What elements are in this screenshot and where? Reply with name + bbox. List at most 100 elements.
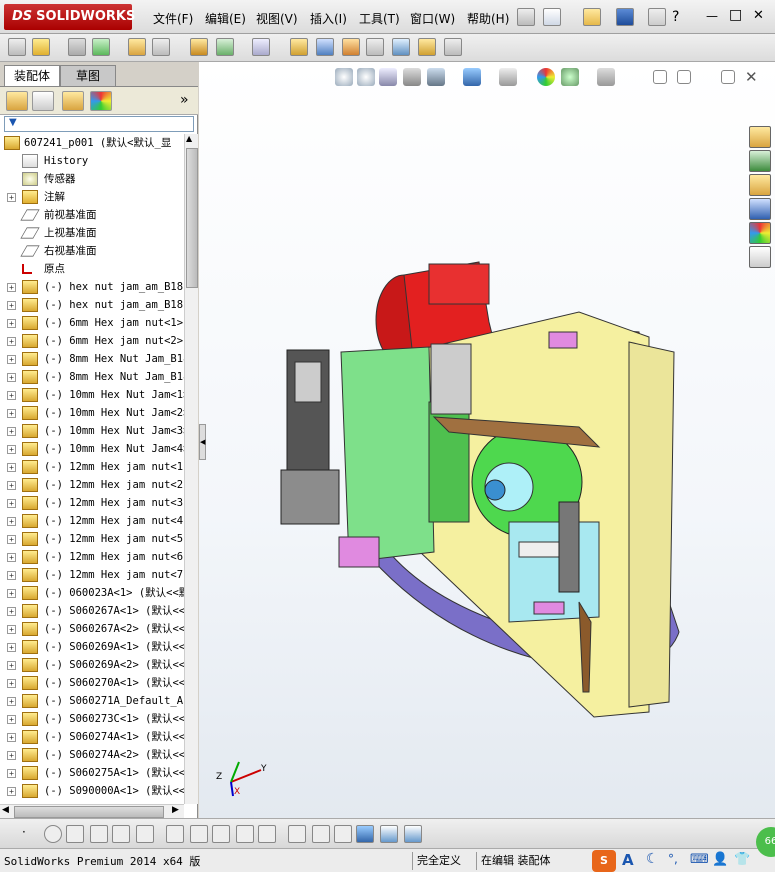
tree-item[interactable]: + (-) S060275A<1> (默认<< xyxy=(0,764,184,782)
insert-component-icon[interactable] xyxy=(8,38,26,56)
rotate-component-icon[interactable] xyxy=(152,38,170,56)
tree-horizontal-scrollbar[interactable]: ◀ ▶ xyxy=(0,804,184,818)
fillet-icon[interactable] xyxy=(166,825,184,843)
expand-toggle-icon[interactable]: + xyxy=(7,409,16,418)
ime-badge[interactable]: 66 xyxy=(756,827,775,857)
tree-item[interactable]: + (-) S090000A<1> (默认<< xyxy=(0,782,184,800)
tree-item[interactable]: + (-) 10mm Hex Nut Jam<4> xyxy=(0,440,184,458)
tree-item[interactable]: + (-) 10mm Hex Nut Jam<3> xyxy=(0,422,184,440)
minimize-button[interactable]: — xyxy=(706,9,718,23)
mate-icon[interactable] xyxy=(68,38,86,56)
ime-skin-icon[interactable]: 👕 xyxy=(734,852,750,867)
assembly-feature-icon[interactable] xyxy=(216,38,234,56)
interference-detection-icon[interactable] xyxy=(392,38,410,56)
circle-icon[interactable] xyxy=(44,825,62,843)
tree-item[interactable]: + (-) S060270A<1> (默认<< xyxy=(0,674,184,692)
expand-toggle-icon[interactable]: + xyxy=(7,337,16,346)
tree-item[interactable]: + (-) 10mm Hex Nut Jam<2> xyxy=(0,404,184,422)
pattern-icon[interactable] xyxy=(92,38,110,56)
new-part-icon[interactable] xyxy=(32,38,50,56)
expand-toggle-icon[interactable]: + xyxy=(7,769,16,778)
tree-item[interactable]: 前视基准面 xyxy=(0,206,184,224)
expand-toggle-icon[interactable]: + xyxy=(7,193,16,202)
tab-sketch[interactable]: 草图 xyxy=(60,65,116,86)
polygon-icon[interactable] xyxy=(90,825,108,843)
appearances-icon[interactable] xyxy=(749,222,771,244)
tree-item[interactable]: 上视基准面 xyxy=(0,224,184,242)
expand-toggle-icon[interactable]: + xyxy=(7,517,16,526)
expand-toggle-icon[interactable]: + xyxy=(7,427,16,436)
shaded-view-icon[interactable] xyxy=(356,825,374,843)
dimension-icon[interactable] xyxy=(288,825,306,843)
tree-item[interactable]: + (-) S060271A_Default_As xyxy=(0,692,184,710)
expand-toggle-icon[interactable]: + xyxy=(7,679,16,688)
menu-tools[interactable]: 工具(T) xyxy=(359,10,400,27)
menu-file[interactable]: 文件(F) xyxy=(153,10,193,27)
tree-item[interactable]: + (-) 12mm Hex jam nut<4 xyxy=(0,512,184,530)
tree-item[interactable]: + (-) S060269A<1> (默认<< xyxy=(0,638,184,656)
expand-toggle-icon[interactable]: + xyxy=(7,571,16,580)
tree-item[interactable]: + (-) S060274A<1> (默认<< xyxy=(0,728,184,746)
rectangle-icon[interactable] xyxy=(258,825,276,843)
line-icon[interactable] xyxy=(66,825,84,843)
menu-window[interactable]: 窗口(W) xyxy=(410,10,455,27)
configuration-manager-icon[interactable] xyxy=(62,91,84,111)
menu-help[interactable]: 帮助(H) xyxy=(467,10,509,27)
ime-moon-icon[interactable]: ☾ xyxy=(646,851,659,867)
tree-item[interactable]: + (-) 12mm Hex jam nut<2 xyxy=(0,476,184,494)
clearance-verification-icon[interactable] xyxy=(418,38,436,56)
tree-item[interactable]: 原点 xyxy=(0,260,184,278)
expand-toggle-icon[interactable]: + xyxy=(7,535,16,544)
tree-item[interactable]: + (-) 8mm Hex Nut Jam_B18 xyxy=(0,350,184,368)
split-view-icon[interactable] xyxy=(380,825,398,843)
tree-item[interactable]: + (-) 10mm Hex Nut Jam<1> xyxy=(0,386,184,404)
expand-toggle-icon[interactable]: + xyxy=(7,589,16,598)
scroll-thumb[interactable] xyxy=(186,148,198,288)
tree-item[interactable]: + (-) S060267A<1> (默认<< xyxy=(0,602,184,620)
scroll-left-icon[interactable]: ◀ xyxy=(2,805,9,815)
point-icon[interactable]: · xyxy=(22,825,40,843)
tree-item[interactable]: + 注解 xyxy=(0,188,184,206)
expand-toggle-icon[interactable]: + xyxy=(7,301,16,310)
move-component-icon[interactable] xyxy=(128,38,146,56)
ime-keyboard-icon[interactable]: ⌨ xyxy=(690,852,709,867)
ime-logo-icon[interactable]: S xyxy=(592,850,616,872)
pin-icon[interactable] xyxy=(517,8,535,26)
display-manager-icon[interactable] xyxy=(90,91,112,111)
expand-toggle-icon[interactable]: + xyxy=(7,733,16,742)
view-palette-icon[interactable] xyxy=(749,198,771,220)
tree-item[interactable]: + (-) hex nut jam_am_B18. xyxy=(0,296,184,314)
ime-user-icon[interactable]: 👤 xyxy=(712,852,728,867)
help-button[interactable]: ? xyxy=(672,9,679,25)
bill-of-materials-icon[interactable] xyxy=(316,38,334,56)
graphics-area[interactable]: ✕ ◀ Y Z X xyxy=(199,62,775,818)
tree-item[interactable]: + (-) hex nut jam_am_B18. xyxy=(0,278,184,296)
expand-toggle-icon[interactable]: + xyxy=(7,715,16,724)
tree-item[interactable]: + (-) 6mm Hex jam nut<1> xyxy=(0,314,184,332)
tree-item[interactable]: + (-) S060274A<2> (默认<< xyxy=(0,746,184,764)
tree-item[interactable]: + (-) 060023A<1> (默认<<默 xyxy=(0,584,184,602)
reference-geometry-icon[interactable] xyxy=(252,38,270,56)
ime-mode-icon[interactable]: A xyxy=(622,851,634,869)
print-icon[interactable] xyxy=(648,8,666,26)
scroll-right-icon[interactable]: ▶ xyxy=(172,805,179,815)
exploded-view-icon[interactable] xyxy=(342,38,360,56)
table-view-icon[interactable] xyxy=(404,825,422,843)
feature-manager-icon[interactable] xyxy=(6,91,28,111)
restore-button[interactable]: □ xyxy=(729,7,742,23)
tree-item[interactable]: + (-) 12mm Hex jam nut<5 xyxy=(0,530,184,548)
expand-toggle-icon[interactable]: + xyxy=(7,319,16,328)
expand-toggle-icon[interactable]: + xyxy=(7,607,16,616)
tree-item[interactable]: + (-) 12mm Hex jam nut<6 xyxy=(0,548,184,566)
offset-icon[interactable] xyxy=(212,825,230,843)
expand-toggle-icon[interactable]: + xyxy=(7,445,16,454)
tree-item[interactable]: + (-) 12mm Hex jam nut<1 xyxy=(0,458,184,476)
tab-assembly[interactable]: 装配体 xyxy=(4,65,60,86)
explode-line-sketch-icon[interactable] xyxy=(366,38,384,56)
tree-item[interactable]: + (-) 6mm Hex jam nut<2> xyxy=(0,332,184,350)
panel-expand-button[interactable]: » xyxy=(180,92,189,108)
solidworks-resources-icon[interactable] xyxy=(749,126,771,148)
tree-root[interactable]: 607241_p001 (默认<默认_显 xyxy=(0,134,184,152)
new-motion-study-icon[interactable] xyxy=(290,38,308,56)
expand-toggle-icon[interactable]: + xyxy=(7,751,16,760)
